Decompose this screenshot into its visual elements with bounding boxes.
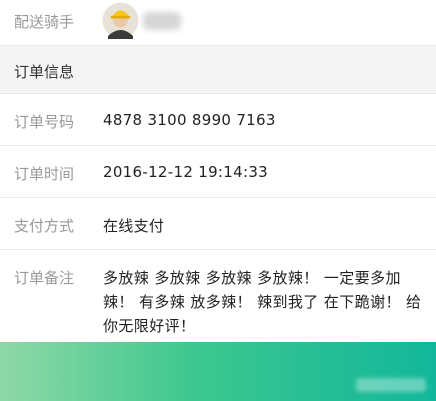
order-time-label: 订单时间 (14, 165, 75, 183)
watermark (356, 378, 426, 392)
order-time-row: 订单时间 2016-12-12 19:14:33 (0, 146, 436, 198)
order-info-section-header: 订单信息 (0, 45, 436, 94)
rider-name-redacted (143, 12, 181, 30)
rider-label: 配送骑手 (14, 13, 75, 31)
payment-method-row: 支付方式 在线支付 (0, 198, 436, 250)
rider-row[interactable]: 配送骑手 (0, 0, 436, 45)
payment-method-value: 在线支付 (103, 217, 165, 235)
payment-method-label: 支付方式 (14, 217, 75, 235)
order-note-value: 多放辣 多放辣 多放辣 多放辣！ 一定要多加辣！ 有多辣 放多辣！ 辣到我了 在… (103, 269, 422, 335)
order-number-value: 4878 3100 8990 7163 (103, 111, 276, 129)
bottom-action-bar[interactable] (0, 342, 436, 401)
section-title: 订单信息 (14, 63, 75, 81)
order-note-label: 订单备注 (14, 269, 75, 287)
order-number-label: 订单号码 (14, 113, 75, 131)
rider-avatar-icon[interactable] (102, 2, 139, 39)
order-detail-screen: 配送骑手 订单信息 订单号码 4878 3100 8990 7163 订单时间 … (0, 0, 436, 401)
order-note-row: 订单备注 多放辣 多放辣 多放辣 多放辣！ 一定要多加辣！ 有多辣 放多辣！ 辣… (0, 250, 436, 342)
order-number-row: 订单号码 4878 3100 8990 7163 (0, 94, 436, 146)
order-time-value: 2016-12-12 19:14:33 (103, 163, 269, 181)
